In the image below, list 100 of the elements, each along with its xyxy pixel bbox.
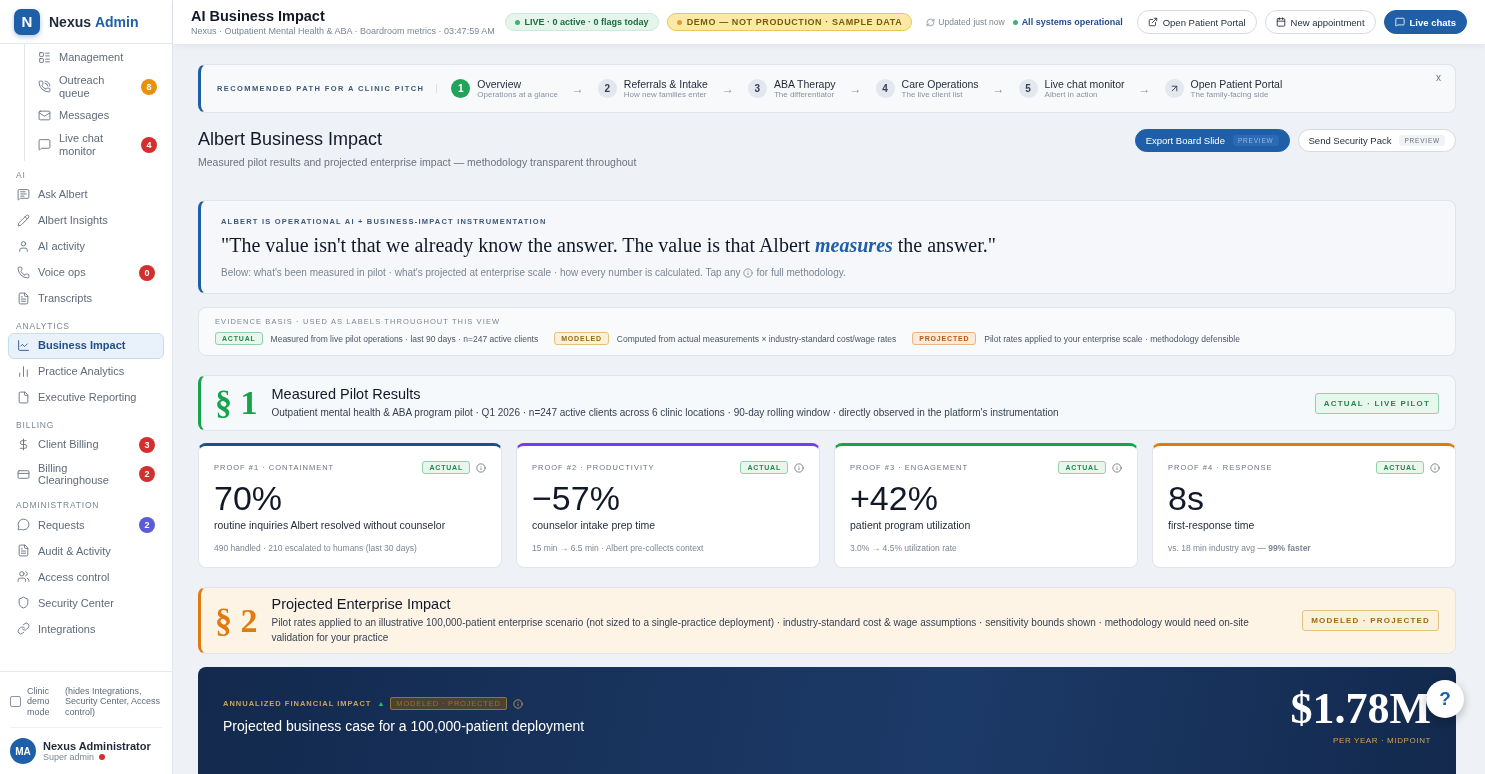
count-badge: 2 bbox=[139, 466, 155, 483]
step-number: 4 bbox=[875, 79, 895, 98]
evidence-tag: ACTUAL · LIVE PILOT bbox=[1314, 392, 1439, 414]
path-step[interactable]: 1 Overview Operations at a glance bbox=[451, 78, 558, 99]
nav-icon bbox=[17, 188, 30, 202]
arrow-icon: → bbox=[721, 81, 734, 96]
section-description: Outpatient mental health & ABA program pilot · Q1 2026 · n=247 active clients across 6 clinic locations · 90-day rolling window · directly observed in the platform's instrumentation bbox=[271, 405, 1060, 420]
nav-item[interactable]: Messages bbox=[31, 102, 164, 130]
path-step[interactable]: Open Patient Portal The family-facing side bbox=[1164, 78, 1283, 99]
nav-icon bbox=[17, 365, 30, 379]
close-button[interactable]: x bbox=[1430, 71, 1447, 84]
updated-label: Updated bbox=[938, 17, 971, 27]
user-avatar[interactable]: MA bbox=[10, 738, 36, 764]
external-link-icon bbox=[1147, 17, 1158, 27]
section-number: § 2 bbox=[215, 601, 258, 640]
nav-item[interactable]: Security Center bbox=[8, 589, 164, 616]
header-button[interactable]: Live chats bbox=[1383, 10, 1467, 34]
nav-item[interactable]: Business Impact bbox=[8, 332, 164, 359]
evidence-tag: MODELED · PROJECTED bbox=[1302, 610, 1439, 631]
path-step[interactable]: 4 Care Operations The live client list bbox=[875, 78, 979, 99]
count-badge: 2 bbox=[139, 516, 155, 533]
info-icon[interactable] bbox=[794, 462, 804, 473]
nav-section-title: ANALYTICS bbox=[15, 319, 71, 333]
path-step[interactable]: 5 Live chat monitor Albert in action bbox=[1018, 78, 1125, 99]
step-number: 5 bbox=[1018, 79, 1038, 98]
app-name: Nexus Admin bbox=[49, 13, 139, 30]
evidence-description: Computed from actual measurements × industry-standard cost/wage rates bbox=[616, 333, 897, 344]
nav-item[interactable]: Practice Analytics bbox=[8, 358, 164, 385]
nav-icon bbox=[38, 138, 51, 152]
metric-label: routine inquiries Albert resolved without counselor bbox=[214, 519, 447, 532]
help-button[interactable]: ? bbox=[1426, 680, 1464, 718]
nav-icon bbox=[38, 51, 51, 64]
count-badge: 3 bbox=[139, 436, 155, 453]
nav-item[interactable]: Live chat monitor 4 bbox=[31, 129, 164, 161]
section-title: Measured Pilot Results bbox=[271, 385, 422, 402]
nav-item[interactable]: Albert Insights bbox=[8, 207, 164, 234]
live-status-pill: LIVE · 0 active · 0 flags today bbox=[504, 13, 659, 31]
nav-icon bbox=[38, 109, 51, 123]
nav-icon bbox=[17, 544, 30, 558]
info-icon[interactable] bbox=[1430, 462, 1440, 473]
path-step[interactable]: 3 ABA Therapy The differentiator bbox=[747, 78, 836, 99]
nav-item[interactable]: Voice ops 0 bbox=[8, 259, 164, 286]
metric-value: 8s bbox=[1168, 480, 1205, 518]
header-button[interactable]: New appointment bbox=[1264, 10, 1376, 34]
nav-item[interactable]: Transcripts bbox=[8, 285, 164, 312]
metric-value: +42% bbox=[850, 480, 939, 518]
count-badge: 0 bbox=[139, 264, 155, 281]
nav-icon bbox=[38, 80, 51, 94]
system-status: All systems operational bbox=[1021, 17, 1123, 27]
nav-item[interactable]: Executive Reporting bbox=[8, 384, 164, 411]
header-button[interactable]: Open Patient Portal bbox=[1136, 10, 1257, 34]
nav-item[interactable]: Billing Clearinghouse 2 bbox=[8, 457, 164, 491]
nav-icon bbox=[17, 570, 30, 584]
info-icon[interactable] bbox=[512, 698, 523, 709]
count-badge: 4 bbox=[141, 136, 157, 153]
nav-section-title: BILLING bbox=[15, 418, 56, 432]
calendar-icon bbox=[1275, 17, 1286, 27]
chat-icon bbox=[1394, 17, 1405, 27]
demo-warning-pill: DEMO — NOT PRODUCTION · SAMPLE DATA bbox=[666, 13, 913, 31]
nav-item[interactable]: Management bbox=[31, 44, 164, 71]
metric-note: 490 handled · 210 escalated to humans (last 30 days) bbox=[214, 543, 418, 554]
info-icon[interactable] bbox=[743, 267, 754, 278]
nav-icon bbox=[17, 518, 30, 532]
nav-item[interactable]: Audit & Activity bbox=[8, 537, 164, 564]
nav-item[interactable]: Ask Albert bbox=[8, 181, 164, 208]
logo-icon: N bbox=[14, 8, 40, 35]
refresh-icon[interactable] bbox=[926, 17, 936, 27]
checkbox[interactable] bbox=[10, 696, 21, 707]
quote-note: Below: what's been measured in pilot · what's projected at enterprise scale · how every number is calculated. Tap any bbox=[221, 267, 741, 278]
nav-section-title: ADMINISTRATION bbox=[15, 498, 101, 512]
path-step[interactable]: 2 Referrals & Intake How new families enter bbox=[597, 78, 708, 99]
checkbox-label: Clinic demo mode bbox=[27, 685, 51, 717]
metric-label: first-response time bbox=[1168, 519, 1256, 532]
arrow-icon: → bbox=[1138, 81, 1151, 96]
quote-note-end: for full methodology. bbox=[756, 267, 846, 278]
nav-item[interactable]: Client Billing 3 bbox=[8, 431, 164, 458]
nav-item[interactable]: Requests 2 bbox=[8, 511, 164, 538]
info-icon[interactable] bbox=[1112, 462, 1122, 473]
arrow-icon: → bbox=[849, 81, 862, 96]
metric-value: −57% bbox=[532, 480, 621, 518]
user-name: Nexus Administrator bbox=[43, 740, 151, 752]
nav-item[interactable]: Integrations bbox=[8, 615, 164, 642]
metric-note: vs. 18 min industry avg — 99% faster bbox=[1168, 543, 1312, 554]
info-icon[interactable] bbox=[476, 462, 486, 473]
card-title: Projected business case for a 100,000-patient deployment bbox=[223, 718, 585, 734]
nav-icon bbox=[17, 596, 30, 610]
nav-icon bbox=[17, 467, 30, 481]
nav-item[interactable]: AI activity bbox=[8, 233, 164, 260]
nav-icon bbox=[17, 622, 30, 636]
evidence-description: Pilot rates applied to your enterprise scale · methodology defensible bbox=[984, 333, 1240, 344]
external-link-icon bbox=[1164, 79, 1184, 98]
evidence-description: Measured from live pilot operations · last 90 days · n=247 active clients bbox=[270, 333, 539, 344]
metric-value: 70% bbox=[214, 480, 284, 518]
page-title: AI Business Impact bbox=[191, 8, 326, 24]
nav-icon bbox=[17, 438, 30, 452]
user-role: Super admin bbox=[43, 752, 95, 762]
nav-item[interactable]: Outreach queue 8 bbox=[31, 71, 164, 103]
nav-item[interactable]: Access control bbox=[8, 563, 164, 590]
section-number: § 1 bbox=[215, 384, 258, 422]
metric-label: patient program utilization bbox=[850, 519, 972, 532]
